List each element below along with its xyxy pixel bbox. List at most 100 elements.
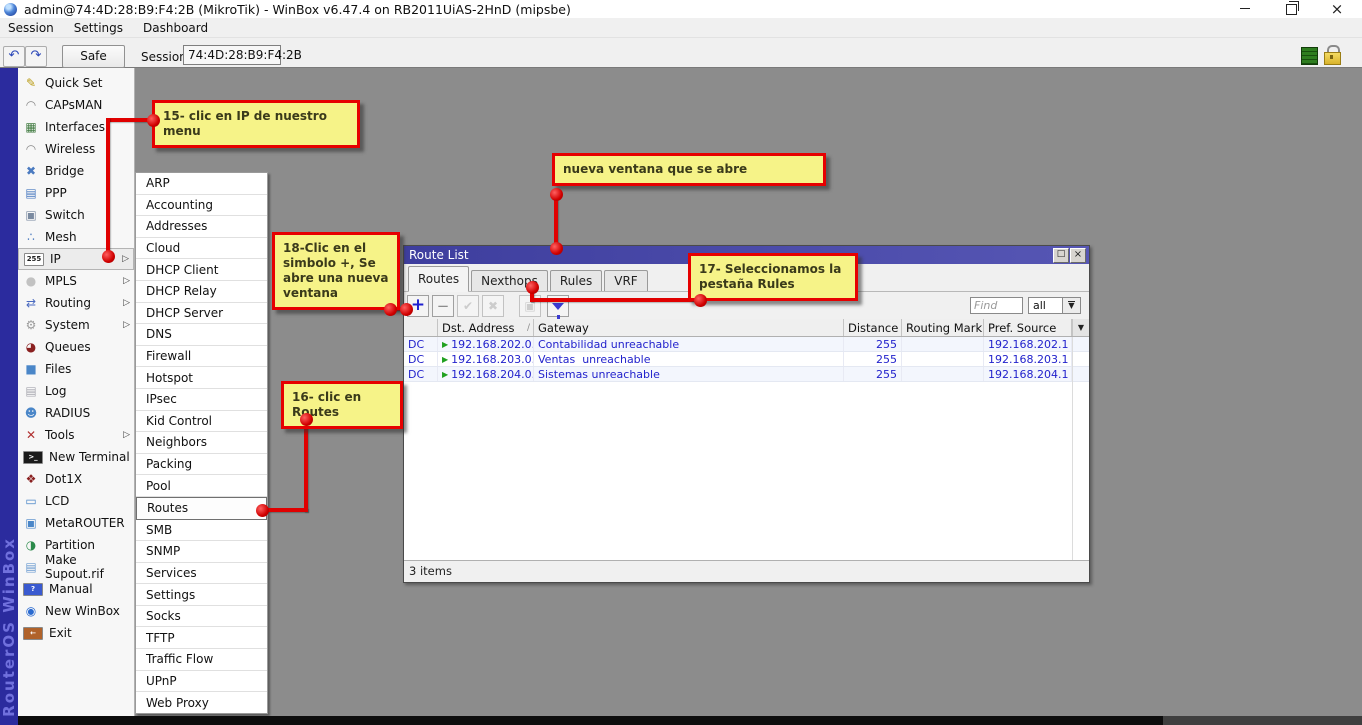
redo-button[interactable]: ↷ <box>25 46 47 67</box>
sidebar-item[interactable]: ▤ PPP ▷ <box>18 182 134 204</box>
sidebar-item[interactable]: ◠ Wireless ▷ <box>18 138 134 160</box>
ip-submenu-item[interactable]: ARP <box>136 173 267 195</box>
close-button[interactable]: × <box>1324 1 1350 17</box>
sidebar-item[interactable]: ● MPLS ▷ <box>18 270 134 292</box>
manual-help-icon: ? <box>23 583 43 596</box>
route-row[interactable]: DC ▶192.168.204.0... Sistemas unreachabl… <box>404 367 1089 382</box>
ip-submenu-item[interactable]: UPnP <box>136 671 267 693</box>
sidebar-item[interactable]: ✕ Tools ▷ <box>18 424 134 446</box>
ip-submenu-item[interactable]: DHCP Server <box>136 303 267 325</box>
undo-button[interactable]: ↶ <box>3 46 25 67</box>
route-list-maximize-button[interactable]: □ <box>1053 248 1069 263</box>
ip-submenu-item[interactable]: Addresses <box>136 216 267 238</box>
sidebar-item-label: CAPsMAN <box>45 98 102 112</box>
sidebar-item[interactable]: ⚙ System ▷ <box>18 314 134 336</box>
ip-submenu-item[interactable]: IPsec <box>136 389 267 411</box>
ip-submenu-item[interactable]: Cloud <box>136 238 267 260</box>
remove-route-button[interactable]: − <box>432 295 454 317</box>
ip-submenu-item[interactable]: Settings <box>136 584 267 606</box>
redo-icon: ↷ <box>31 48 42 63</box>
route-list-close-button[interactable]: × <box>1070 248 1086 263</box>
sort-asc-icon: ∕ <box>527 323 530 333</box>
sidebar-item[interactable]: ▣ MetaROUTER ▷ <box>18 512 134 534</box>
filter-scope-select[interactable]: all <box>1028 297 1063 314</box>
column-distance[interactable]: Distance <box>844 319 902 336</box>
sidebar-item[interactable]: ☻ RADIUS ▷ <box>18 402 134 424</box>
ip-submenu-item[interactable]: Neighbors <box>136 432 267 454</box>
tools-icon: ✕ <box>23 428 39 442</box>
route-list-tab[interactable]: VRF <box>604 270 647 291</box>
column-routing-mark[interactable]: Routing Mark <box>902 319 984 336</box>
column-dst-address[interactable]: Dst. Address∕ <box>438 319 534 336</box>
ip-submenu-item[interactable]: SNMP <box>136 541 267 563</box>
ip-submenu-item[interactable]: Socks <box>136 606 267 628</box>
find-input[interactable] <box>970 297 1023 314</box>
dropdown-arrow-button[interactable]: ▼ <box>1062 297 1081 314</box>
ip-submenu-item[interactable]: Traffic Flow <box>136 649 267 671</box>
route-list-tab[interactable]: Routes <box>408 266 469 292</box>
ip-submenu-item[interactable]: Routes <box>136 497 267 520</box>
session-field[interactable]: 74:4D:28:B9:F4:2B <box>183 45 281 65</box>
ip-submenu-item[interactable]: TFTP <box>136 627 267 649</box>
route-distance: 255 <box>844 337 902 351</box>
ip-submenu-item[interactable]: Services <box>136 563 267 585</box>
route-list-tab[interactable]: Rules <box>550 270 602 291</box>
ip-submenu-item[interactable]: Hotspot <box>136 367 267 389</box>
sidebar-item[interactable]: ✖ Bridge ▷ <box>18 160 134 182</box>
ip-submenu-item[interactable]: Pool <box>136 475 267 497</box>
sidebar-item[interactable]: 255 IP ▷ <box>18 248 134 270</box>
ip-submenu-item-label: DNS <box>146 327 172 341</box>
column-pref-source[interactable]: Pref. Source <box>984 319 1072 336</box>
ip-submenu-item[interactable]: Accounting <box>136 195 267 217</box>
sidebar-item[interactable]: ◠ CAPsMAN ▷ <box>18 94 134 116</box>
sidebar-item[interactable]: ▤ Log ▷ <box>18 380 134 402</box>
ip-submenu-item-label: Kid Control <box>146 414 212 428</box>
funnel-icon <box>552 303 564 310</box>
ip-submenu-item[interactable]: Firewall <box>136 346 267 368</box>
sidebar-item[interactable]: ▭ LCD ▷ <box>18 490 134 512</box>
lcd-icon: ▭ <box>23 494 39 508</box>
column-flags[interactable] <box>404 319 438 336</box>
ip-submenu-item[interactable]: Web Proxy <box>136 692 267 713</box>
route-distance: 255 <box>844 367 902 381</box>
ip-submenu-item[interactable]: DNS <box>136 324 267 346</box>
main-toolbar: ↶ ↷ Safe Mode Session: 74:4D:28:B9:F4:2B <box>0 38 1362 68</box>
sidebar-item[interactable]: ✎ Quick Set ▷ <box>18 72 134 94</box>
column-gateway[interactable]: Gateway <box>534 319 844 336</box>
ip-submenu-item[interactable]: DHCP Relay <box>136 281 267 303</box>
connector-dot <box>400 303 413 316</box>
restore-button[interactable] <box>1278 1 1304 17</box>
safe-mode-button[interactable]: Safe Mode <box>62 45 125 68</box>
menu-session[interactable]: Session <box>8 21 54 35</box>
ip-submenu-item-label: Cloud <box>146 241 180 255</box>
sidebar-item[interactable]: ← Exit ▷ <box>18 622 134 644</box>
route-row[interactable]: DC ▶192.168.203.0... Ventas unreachable … <box>404 352 1089 367</box>
ip-submenu-item[interactable]: SMB <box>136 520 267 542</box>
sidebar-item[interactable]: ❖ Dot1X ▷ <box>18 468 134 490</box>
menu-settings[interactable]: Settings <box>74 21 123 35</box>
sidebar-item[interactable]: ⇄ Routing ▷ <box>18 292 134 314</box>
ip-submenu-item-label: Hotspot <box>146 371 193 385</box>
ip-submenu-item[interactable]: Kid Control <box>136 411 267 433</box>
ip-submenu: ARP Accounting Addresses Cloud DHCP Clie… <box>135 172 268 714</box>
route-row[interactable]: DC ▶192.168.202.0... Contabilidad unreac… <box>404 337 1089 352</box>
ip-submenu-item[interactable]: DHCP Client <box>136 259 267 281</box>
sidebar-item[interactable]: ? Manual ▷ <box>18 578 134 600</box>
sidebar-item-label: IP <box>50 252 61 266</box>
sidebar-item[interactable]: ∴ Mesh ▷ <box>18 226 134 248</box>
ip-submenu-item[interactable]: Packing <box>136 454 267 476</box>
enable-button[interactable]: ✔ <box>457 295 479 317</box>
sidebar-item[interactable]: ◕ Queues ▷ <box>18 336 134 358</box>
routes-table-header: Dst. Address∕ Gateway Distance Routing M… <box>404 319 1089 337</box>
column-chooser-button[interactable]: ▼ <box>1072 319 1089 336</box>
disable-button[interactable]: ✖ <box>482 295 504 317</box>
route-active-icon: ▶ <box>442 340 448 349</box>
minimize-button[interactable] <box>1232 1 1258 17</box>
sidebar-item[interactable]: >_ New Terminal ▷ <box>18 446 134 468</box>
menu-dashboard[interactable]: Dashboard <box>143 21 208 35</box>
sidebar-item[interactable]: ◉ New WinBox ▷ <box>18 600 134 622</box>
sidebar-item[interactable]: ■ Files ▷ <box>18 358 134 380</box>
sidebar-item[interactable]: ▤ Make Supout.rif ▷ <box>18 556 134 578</box>
sidebar-item[interactable]: ▣ Switch ▷ <box>18 204 134 226</box>
connector-dot <box>300 413 313 426</box>
